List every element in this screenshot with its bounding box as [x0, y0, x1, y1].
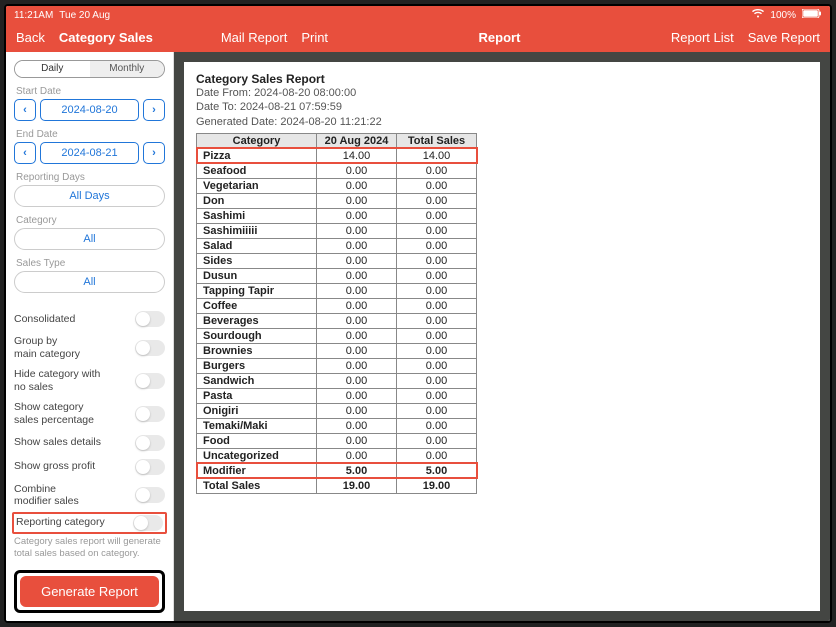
- sales-type-select[interactable]: All: [14, 271, 165, 293]
- toggle-showdetails-label: Show sales details: [14, 436, 101, 449]
- toggle-consolidated-label: Consolidated: [14, 313, 75, 326]
- generate-report-highlight: Generate Report: [14, 570, 165, 613]
- table-row: Coffee0.000.00: [197, 298, 477, 313]
- start-date-next[interactable]: ›: [143, 99, 165, 121]
- table-row: Dusun0.000.00: [197, 268, 477, 283]
- table-row: Seafood0.000.00: [197, 163, 477, 178]
- table-row: Brownies0.000.00: [197, 343, 477, 358]
- table-row: Sourdough0.000.00: [197, 328, 477, 343]
- table-row: Sides0.000.00: [197, 253, 477, 268]
- table-total-row: Total Sales19.0019.00: [197, 478, 477, 493]
- toggle-groupby[interactable]: [135, 340, 165, 356]
- report-generated: Generated Date: 2024-08-20 11:21:22: [196, 115, 808, 129]
- status-bar: 11:21AM Tue 20 Aug 100%: [6, 6, 830, 24]
- battery-pct: 100%: [770, 10, 796, 21]
- sidebar-help-text: Category sales report will generate tota…: [14, 534, 165, 565]
- reporting-days-label: Reporting Days: [16, 172, 165, 183]
- table-row: Don0.000.00: [197, 193, 477, 208]
- toggle-reportingcat-label: Reporting category: [16, 516, 105, 529]
- sales-type-label: Sales Type: [16, 258, 165, 269]
- end-date-prev[interactable]: ‹: [14, 142, 36, 164]
- report-date-from: Date From: 2024-08-20 08:00:00: [196, 86, 808, 100]
- table-row: Sandwich0.000.00: [197, 373, 477, 388]
- toggle-groupby-label: Group by main category: [14, 335, 80, 360]
- reporting-days-select[interactable]: All Days: [14, 185, 165, 207]
- status-time: 11:21AM: [14, 10, 53, 21]
- end-date-label: End Date: [16, 129, 165, 140]
- period-segment[interactable]: Daily Monthly: [14, 60, 165, 78]
- table-row: Modifier5.005.00: [197, 463, 477, 478]
- toggle-combinemod-label: Combine modifier sales: [14, 483, 79, 508]
- col-category: Category: [197, 133, 317, 148]
- table-row: Uncategorized0.000.00: [197, 448, 477, 463]
- table-row: Burgers0.000.00: [197, 358, 477, 373]
- generate-report-button[interactable]: Generate Report: [20, 576, 159, 607]
- save-report-button[interactable]: Save Report: [748, 30, 820, 45]
- nav-center-title: Report: [479, 30, 521, 45]
- toggle-showpct[interactable]: [135, 406, 165, 422]
- start-date-label: Start Date: [16, 86, 165, 97]
- wifi-icon: [752, 9, 764, 21]
- battery-icon: [802, 9, 822, 21]
- toggle-hidenosales-label: Hide category with no sales: [14, 368, 100, 393]
- report-table: Category 20 Aug 2024 Total Sales Pizza14…: [196, 133, 477, 494]
- toggle-grossprofit[interactable]: [135, 459, 165, 475]
- table-row: Beverages0.000.00: [197, 313, 477, 328]
- table-row: Salad0.000.00: [197, 238, 477, 253]
- table-row: Sashimiiiii0.000.00: [197, 223, 477, 238]
- table-row: Tapping Tapir0.000.00: [197, 283, 477, 298]
- table-row: Pasta0.000.00: [197, 388, 477, 403]
- print-button[interactable]: Print: [301, 30, 328, 45]
- report-date-to: Date To: 2024-08-21 07:59:59: [196, 100, 808, 114]
- category-select[interactable]: All: [14, 228, 165, 250]
- sidebar: Daily Monthly Start Date ‹ 2024-08-20 › …: [6, 52, 174, 621]
- report-title: Category Sales Report: [196, 72, 808, 86]
- report-page: Category Sales Report Date From: 2024-08…: [184, 62, 820, 611]
- top-nav: Back Category Sales Mail Report Print Re…: [6, 24, 830, 52]
- toggle-grossprofit-label: Show gross profit: [14, 460, 95, 473]
- table-row: Temaki/Maki0.000.00: [197, 418, 477, 433]
- end-date-next[interactable]: ›: [143, 142, 165, 164]
- toggle-showdetails[interactable]: [135, 435, 165, 451]
- seg-monthly[interactable]: Monthly: [90, 61, 165, 77]
- start-date-field[interactable]: 2024-08-20: [40, 99, 139, 121]
- start-date-prev[interactable]: ‹: [14, 99, 36, 121]
- report-list-button[interactable]: Report List: [671, 30, 734, 45]
- category-label: Category: [16, 215, 165, 226]
- toggle-reportingcat[interactable]: [133, 515, 163, 531]
- col-total: Total Sales: [397, 133, 477, 148]
- table-row: Vegetarian0.000.00: [197, 178, 477, 193]
- table-row: Onigiri0.000.00: [197, 403, 477, 418]
- end-date-field[interactable]: 2024-08-21: [40, 142, 139, 164]
- mail-report-button[interactable]: Mail Report: [221, 30, 287, 45]
- table-row: Sashimi0.000.00: [197, 208, 477, 223]
- toggle-hidenosales[interactable]: [135, 373, 165, 389]
- seg-daily[interactable]: Daily: [15, 61, 90, 77]
- toggle-combinemod[interactable]: [135, 487, 165, 503]
- toggle-showpct-label: Show category sales percentage: [14, 401, 94, 426]
- back-button[interactable]: Back: [16, 30, 45, 45]
- report-viewport: Category Sales Report Date From: 2024-08…: [174, 52, 830, 621]
- table-row: Food0.000.00: [197, 433, 477, 448]
- col-date: 20 Aug 2024: [317, 133, 397, 148]
- status-date: Tue 20 Aug: [59, 10, 110, 21]
- table-row: Pizza14.0014.00: [197, 148, 477, 163]
- screen-title: Category Sales: [59, 30, 153, 45]
- toggle-consolidated[interactable]: [135, 311, 165, 327]
